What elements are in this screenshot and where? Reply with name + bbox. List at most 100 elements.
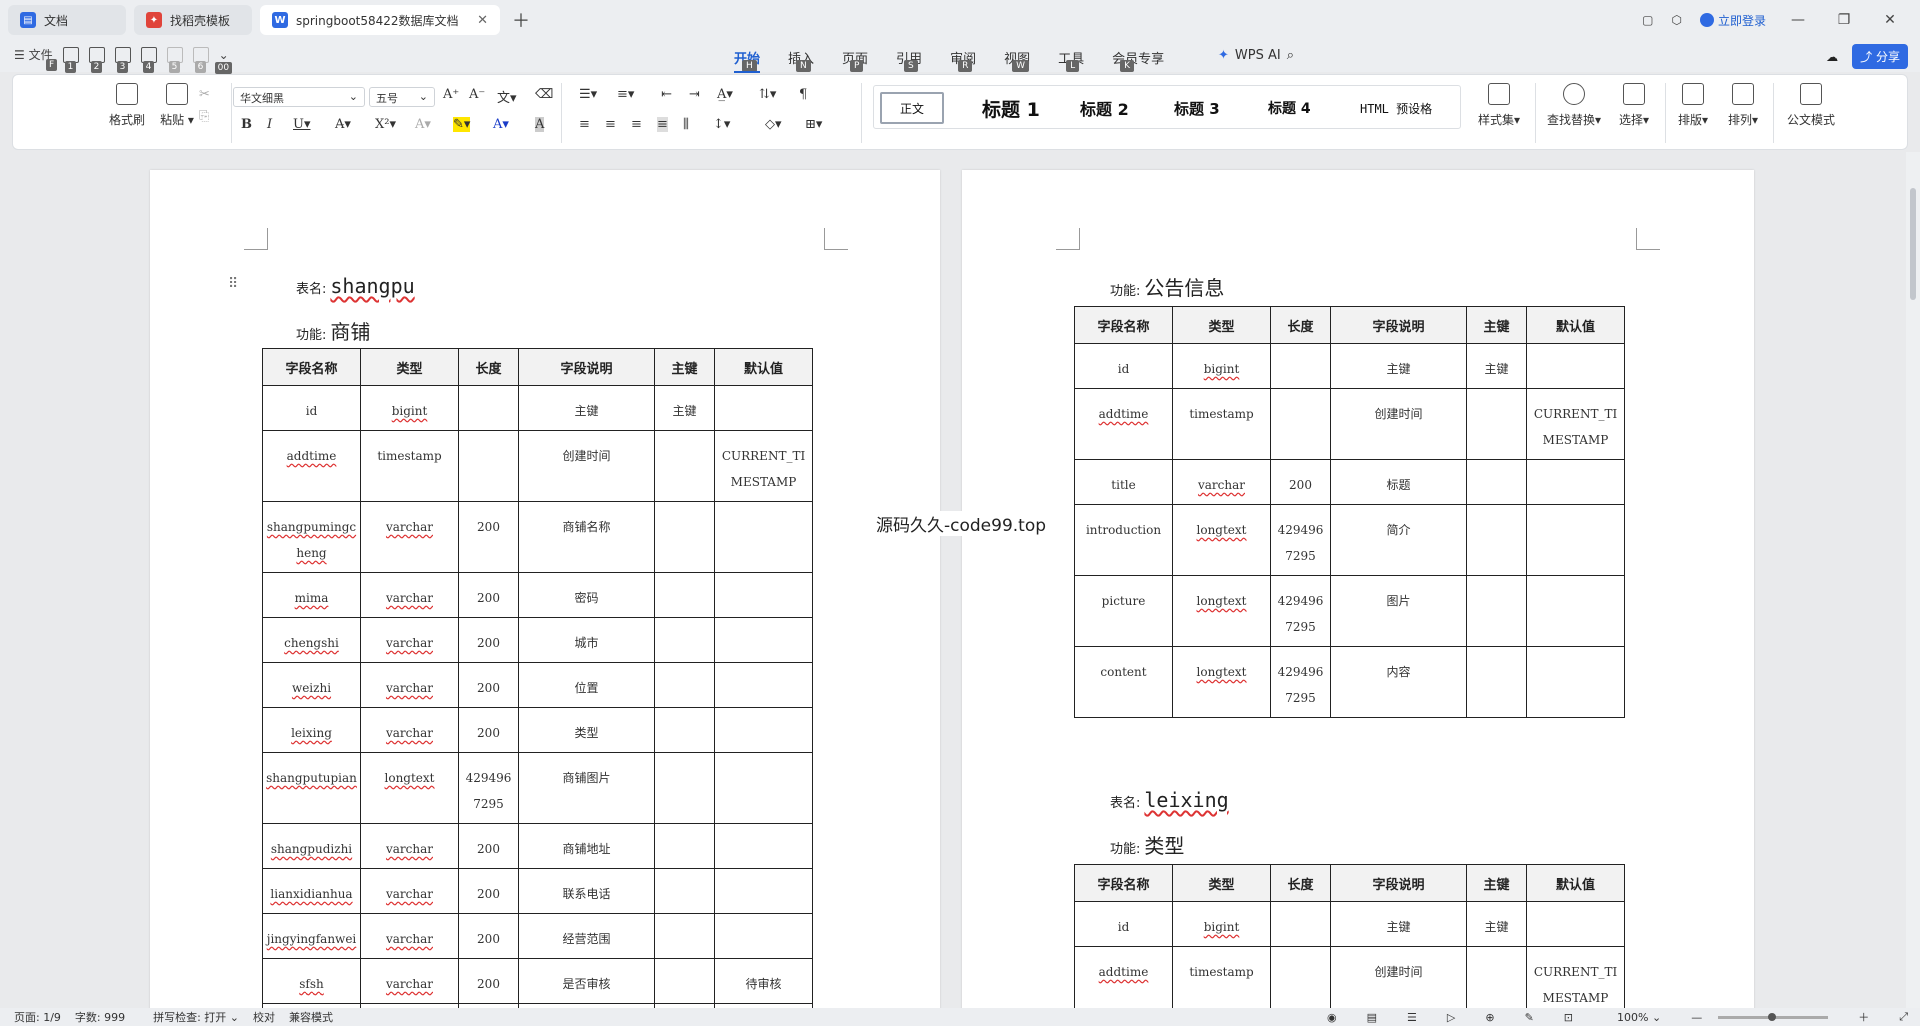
table-cell[interactable] — [714, 662, 813, 708]
font-size-select[interactable]: 五号 ⌄ — [369, 87, 435, 107]
zoom-level[interactable]: 100% ⌄ — [1603, 1011, 1661, 1024]
show-marks-icon[interactable]: ¶ — [799, 87, 807, 102]
table-cell[interactable]: 4294967295 — [1270, 504, 1331, 576]
menu-review[interactable]: 审阅R — [950, 48, 976, 72]
style-normal[interactable]: 正文 — [880, 92, 945, 124]
table-cell[interactable] — [714, 617, 813, 663]
table-cell[interactable]: 4294967295 — [1270, 575, 1331, 647]
table-cell[interactable]: varchar — [360, 617, 459, 663]
table-cell[interactable]: 主键 — [1330, 901, 1467, 947]
style-html-preformatted[interactable]: HTML 预设格 — [1360, 92, 1432, 124]
align-right-icon[interactable]: ≡ — [631, 117, 642, 132]
table-cell[interactable]: mima — [262, 572, 361, 618]
superscript-icon[interactable]: X²▾ — [375, 117, 396, 132]
table-cell[interactable]: 主键 — [518, 385, 655, 431]
table-cell[interactable]: varchar — [360, 501, 459, 573]
table-cell[interactable]: varchar — [360, 823, 459, 869]
table-cell[interactable]: 是否审核 — [518, 958, 655, 1004]
shading-icon[interactable]: ◇▾ — [765, 117, 782, 132]
table-cell[interactable]: 200 — [458, 662, 519, 708]
bold-icon[interactable]: B — [241, 117, 252, 132]
style-heading-4[interactable]: 标题 4 — [1268, 92, 1311, 124]
table-cell[interactable] — [458, 385, 519, 431]
login-button[interactable]: 立即登录 — [1699, 12, 1766, 29]
menu-page[interactable]: 页面P — [842, 48, 868, 72]
table-cell[interactable]: bigint — [360, 385, 459, 431]
border-icon[interactable]: ⊞▾ — [805, 117, 822, 132]
table-cell[interactable] — [654, 868, 715, 914]
table-cell[interactable] — [1526, 646, 1625, 718]
style-heading-1[interactable]: 标题 1 — [982, 92, 1040, 124]
table-cell[interactable] — [714, 752, 813, 824]
table-cell[interactable]: varchar — [360, 913, 459, 959]
proofread-button[interactable]: 校对 — [253, 1009, 275, 1025]
table-cell[interactable] — [714, 868, 813, 914]
line-spacing-icon[interactable]: ↕▾ — [713, 117, 730, 132]
table-cell[interactable]: CURRENT_TIMESTAMP — [1526, 946, 1625, 1008]
table-cell[interactable]: shangpumingcheng — [262, 501, 361, 573]
char-shading-icon[interactable]: A — [535, 117, 545, 132]
table-cell[interactable]: leixing — [262, 707, 361, 753]
table-cell[interactable]: 密码 — [518, 572, 655, 618]
table-cell[interactable]: longtext — [360, 752, 459, 824]
official-doc-button[interactable]: 公文模式 — [1781, 83, 1841, 128]
table-cell[interactable]: 200 — [458, 868, 519, 914]
align-center-icon[interactable]: ≡ — [605, 117, 616, 132]
table-cell[interactable]: bigint — [1172, 343, 1271, 389]
paste-button[interactable]: 粘贴 ▾ — [153, 83, 201, 128]
fit-page-icon[interactable]: ⊡ — [1564, 1011, 1573, 1024]
cloud-upload-icon[interactable]: ☁ — [1826, 50, 1838, 64]
table-cell[interactable]: 主键 — [1330, 343, 1467, 389]
strikethrough-icon[interactable]: A̶▾ — [335, 117, 351, 132]
vertical-scrollbar[interactable] — [1906, 152, 1920, 1008]
table-cell[interactable] — [714, 385, 813, 431]
drag-handle-icon[interactable]: ⠿ — [228, 276, 238, 292]
menu-file[interactable]: ☰ 文件 F — [14, 46, 58, 71]
table-cell[interactable]: 位置 — [518, 662, 655, 708]
table-cell[interactable] — [1270, 343, 1331, 389]
scroll-thumb[interactable] — [1910, 188, 1916, 300]
menu-home[interactable]: 开始H — [734, 48, 761, 73]
table-cell[interactable]: 200 — [458, 572, 519, 618]
page-indicator[interactable]: 页面: 1/9 — [14, 1009, 61, 1025]
table-cell[interactable] — [654, 707, 715, 753]
search-icon[interactable]: ⌕ — [1287, 48, 1294, 63]
menu-member[interactable]: 会员专享 K — [1112, 48, 1164, 72]
italic-icon[interactable]: I — [267, 117, 272, 132]
new-tab-icon[interactable]: ＋ — [512, 7, 530, 33]
table-cell[interactable]: timestamp — [1172, 946, 1271, 1008]
table-cell[interactable] — [1526, 901, 1625, 947]
package-icon[interactable]: ⬡ — [1672, 13, 1682, 27]
table-cell[interactable]: timestamp — [1172, 388, 1271, 460]
distribute-icon[interactable]: ⫼ — [683, 117, 689, 132]
table-cell[interactable] — [714, 572, 813, 618]
table-cell[interactable] — [1270, 946, 1331, 1008]
sort-icon[interactable]: ⇅▾ — [759, 87, 776, 102]
decrease-indent-icon[interactable]: ⇤ — [661, 87, 672, 102]
window-layout-icon[interactable]: ▢ — [1642, 13, 1653, 27]
table-cell[interactable]: varchar — [360, 572, 459, 618]
table-cell[interactable] — [1270, 901, 1331, 947]
highlight-icon[interactable]: ✎▾ — [453, 117, 471, 132]
table-cell[interactable]: timestamp — [360, 430, 459, 502]
table-cell[interactable]: shangpudizhi — [262, 823, 361, 869]
zoom-slider[interactable] — [1718, 1012, 1829, 1021]
table-cell[interactable]: 待审核 — [714, 958, 813, 1004]
close-window-icon[interactable]: ✕ — [1876, 12, 1904, 28]
underline-icon[interactable]: U▾ — [293, 117, 310, 132]
arrange-button[interactable]: 排列▾ — [1719, 83, 1767, 128]
table-cell[interactable]: varchar — [360, 868, 459, 914]
table-cell[interactable] — [654, 501, 715, 573]
table-cell[interactable]: longtext — [1172, 504, 1271, 576]
play-icon[interactable]: ▷ — [1447, 1011, 1455, 1024]
word-count[interactable]: 字数: 999 — [75, 1009, 125, 1025]
table-cell[interactable] — [654, 958, 715, 1004]
zoom-out-icon[interactable]: — — [1691, 1011, 1702, 1024]
table-cell[interactable] — [714, 823, 813, 869]
table-cell[interactable]: 内容 — [1330, 646, 1467, 718]
table-cell[interactable]: varchar — [360, 707, 459, 753]
tab-document[interactable]: Wspringboot58422数据库文档 ✕ — [260, 5, 500, 35]
table-cell[interactable]: 城市 — [518, 617, 655, 663]
menu-insert[interactable]: 插入N — [788, 48, 814, 72]
table-cell[interactable] — [1466, 575, 1527, 647]
